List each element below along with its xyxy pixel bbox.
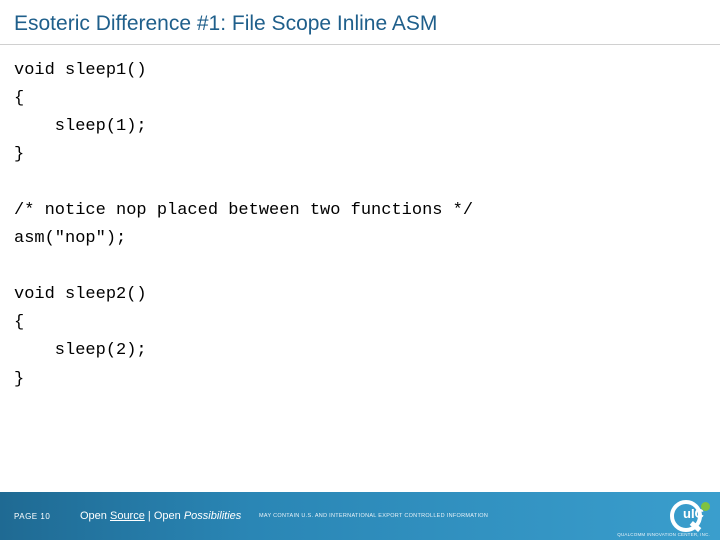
page-indicator: PAGE 10 <box>0 512 60 521</box>
page-number: 10 <box>40 512 50 521</box>
quic-logo-icon: uIC <box>670 496 710 536</box>
page-label: PAGE <box>14 512 38 521</box>
disclaimer-text: MAY CONTAIN U.S. AND INTERNATIONAL EXPOR… <box>245 513 670 519</box>
tagline-possibilities: Possibilities <box>184 510 241 522</box>
brand-logo: uIC <box>670 496 720 536</box>
logo-dot-icon <box>701 502 710 511</box>
tagline-open-2: Open <box>154 510 181 522</box>
code-block: void sleep1() { sleep(1); } /* notice no… <box>0 45 720 394</box>
footer-bar: PAGE 10 Open Source | Open Possibilities… <box>0 492 720 540</box>
slide-title: Esoteric Difference #1: File Scope Inlin… <box>0 0 720 45</box>
logo-subtitle: QUALCOMM INNOVATION CENTER, INC. <box>617 532 710 537</box>
tagline-open-1: Open <box>80 510 107 522</box>
tagline-source: Source <box>110 510 145 522</box>
tagline-source-u: Source <box>110 510 145 522</box>
tagline-poss-em: Possibilities <box>184 510 241 522</box>
tagline: Open Source | Open Possibilities <box>60 510 245 522</box>
